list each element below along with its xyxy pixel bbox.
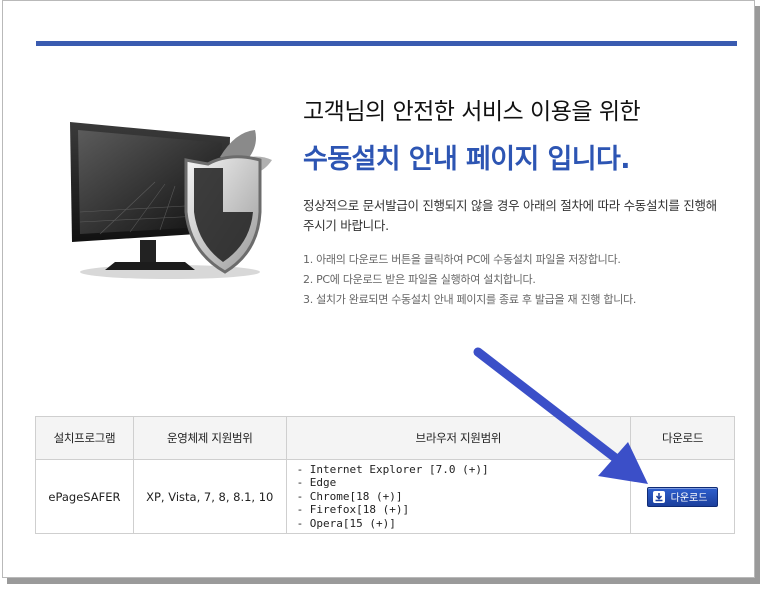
headline-line-1: 고객님의 안전한 서비스 이용을 위한 (303, 99, 641, 125)
monitor-shield-icon (70, 122, 272, 279)
install-steps: 1. 아래의 다운로드 버튼을 클릭하여 PC에 수동설치 파일을 저장합니다.… (303, 250, 636, 310)
cell-program: ePageSAFER (35, 459, 134, 534)
download-button[interactable]: 다운로드 (646, 486, 719, 507)
download-icon (652, 490, 665, 503)
cell-os: XP, Vista, 7, 8, 8.1, 10 (132, 459, 287, 534)
top-accent-rule (36, 41, 737, 46)
browser-item: - Edge (296, 476, 337, 490)
header-browsers: 브라우저 지원범위 (285, 416, 632, 460)
intro-text: 정상적으로 문서발급이 진행되지 않을 경우 아래의 절차에 따라 수동설치를 … (303, 198, 717, 233)
header-download: 다운로드 (630, 416, 735, 460)
table-header-row: 설치프로그램 운영체제 지원범위 브라우저 지원범위 다운로드 (35, 416, 735, 460)
install-program-table: 설치프로그램 운영체제 지원범위 브라우저 지원범위 다운로드 ePageSAF… (35, 416, 735, 534)
header-os: 운영체제 지원범위 (132, 416, 287, 460)
browser-item: - Firefox[18 (+)] (296, 503, 410, 517)
step-item: 2. PC에 다운로드 받은 파일을 실행하여 설치합니다. (303, 273, 536, 286)
step-item: 1. 아래의 다운로드 버튼을 클릭하여 PC에 수동설치 파일을 저장합니다. (303, 253, 621, 266)
browser-item: - Chrome[18 (+)] (296, 489, 403, 503)
headline-line-2: 수동설치 안내 페이지 입니다. (303, 144, 631, 175)
download-button-label: 다운로드 (670, 493, 708, 504)
header-program: 설치프로그램 (35, 416, 134, 460)
cell-browsers: - Internet Explorer [7.0 (+)] - Edge - C… (285, 459, 632, 534)
browser-item: - Internet Explorer [7.0 (+)] (296, 462, 489, 476)
cell-download: 다운로드 (630, 459, 735, 534)
browser-item: - Opera[15 (+)] (296, 516, 396, 530)
table-row: ePageSAFER XP, Vista, 7, 8, 8.1, 10 - In… (35, 459, 735, 534)
step-item: 3. 설치가 완료되면 수동설치 안내 페이지를 종료 후 발급을 재 진행 합… (303, 293, 637, 306)
